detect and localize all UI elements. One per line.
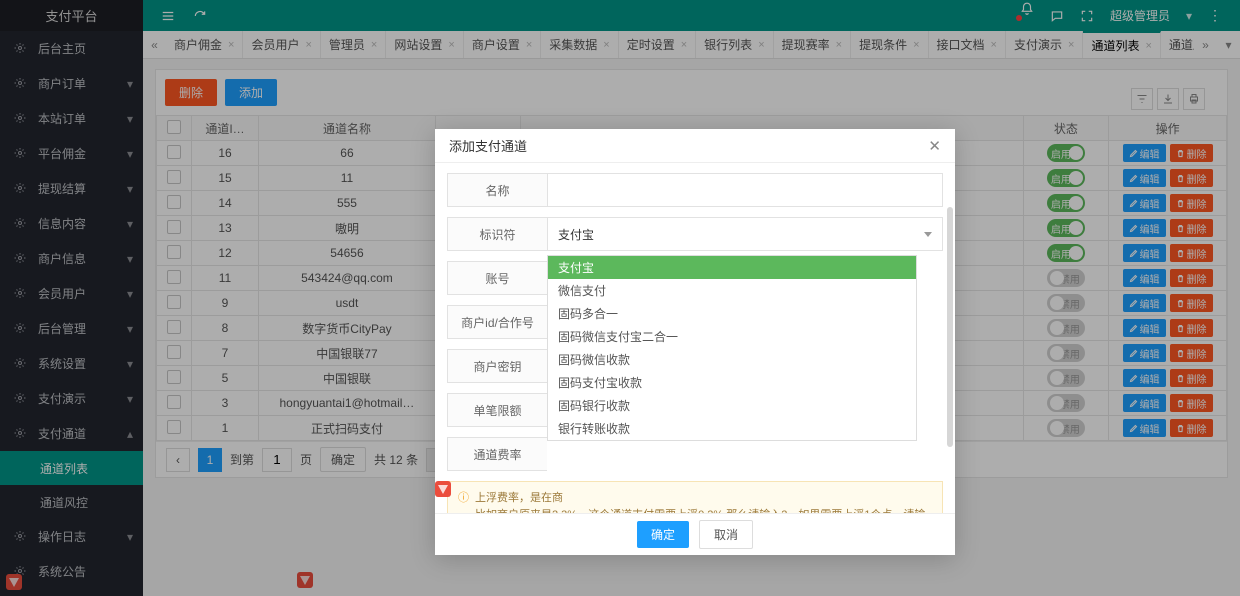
dropdown-option[interactable]: 固码微信支付宝二合一 xyxy=(548,325,916,348)
dropdown-option[interactable]: 支付宝 xyxy=(548,256,916,279)
warning-icon: ⓘ xyxy=(458,490,469,513)
field-label-merchant-id: 商户id/合作号 xyxy=(447,305,547,339)
identifier-select[interactable]: 支付宝 xyxy=(547,217,943,251)
dropdown-option[interactable]: 固码微信收款 xyxy=(548,348,916,371)
dropdown-option[interactable]: 银行转账收款 xyxy=(548,417,916,440)
modal-ok-button[interactable]: 确定 xyxy=(637,521,689,548)
field-label-account: 账号 xyxy=(447,261,547,295)
chevron-down-icon xyxy=(924,232,932,237)
name-input[interactable] xyxy=(547,173,943,207)
modal-cancel-button[interactable]: 取消 xyxy=(699,520,753,549)
field-label-name: 名称 xyxy=(447,173,547,207)
hint-body: 比如商户原来是2.3%，这个通道支付需要上浮0.2%,那么请输入2，如果需要上浮… xyxy=(475,509,925,514)
modal-scrollbar[interactable] xyxy=(947,207,953,447)
field-label-single-limit: 单笔限额 xyxy=(447,393,547,427)
dropdown-option[interactable]: 固码银行收款 xyxy=(548,394,916,417)
add-channel-modal: 添加支付通道 ✕ 名称 标识符 支付宝 账号 商户id/合作号 商户密钥 xyxy=(435,129,955,555)
modal-title: 添加支付通道 xyxy=(449,136,527,155)
identifier-value: 支付宝 xyxy=(558,226,594,243)
modal-close-icon[interactable]: ✕ xyxy=(928,137,941,155)
field-label-fee-rate: 通道费率 xyxy=(447,437,547,471)
field-label-identifier: 标识符 xyxy=(447,217,547,251)
dropdown-option[interactable]: 固码支付宝收款 xyxy=(548,371,916,394)
identifier-dropdown: 支付宝微信支付固码多合一固码微信支付宝二合一固码微信收款固码支付宝收款固码银行收… xyxy=(547,255,917,441)
field-label-merchant-key: 商户密钥 xyxy=(447,349,547,383)
modal-badge-icon xyxy=(435,481,451,497)
dropdown-option[interactable]: 微信支付 xyxy=(548,279,916,302)
dropdown-option[interactable]: 固码多合一 xyxy=(548,302,916,325)
hint-lead: 上浮费率，是在商 xyxy=(475,492,563,504)
hint-box: ⓘ 上浮费率，是在商 比如商户原来是2.3%，这个通道支付需要上浮0.2%,那么… xyxy=(447,481,943,513)
